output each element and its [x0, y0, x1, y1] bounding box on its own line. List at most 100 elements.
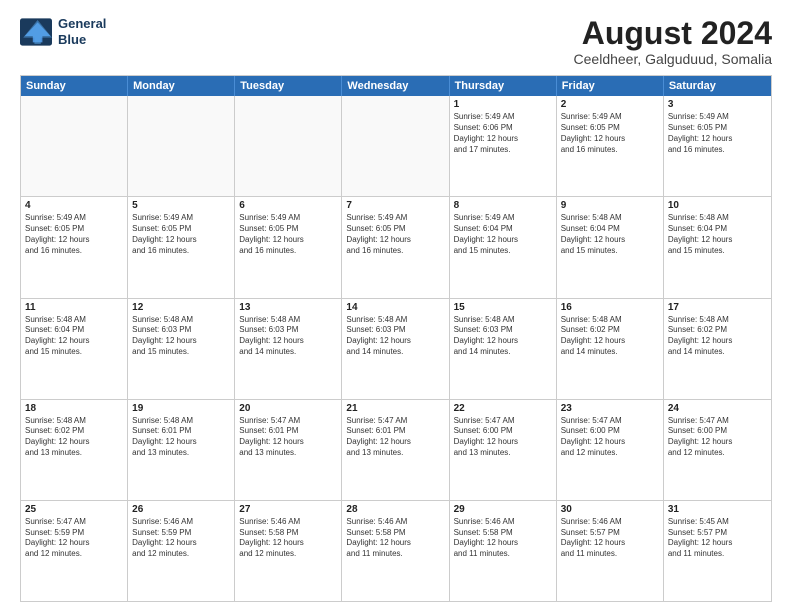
calendar-cell-27: 27 Sunrise: 5:46 AM Sunset: 5:58 PM Dayli… [235, 501, 342, 601]
calendar-cell-8: 8 Sunrise: 5:49 AM Sunset: 6:04 PM Daylig… [450, 197, 557, 297]
calendar-cell-3: 3 Sunrise: 5:49 AM Sunset: 6:05 PM Daylig… [664, 96, 771, 196]
header-day-friday: Friday [557, 76, 664, 96]
day-info: Sunrise: 5:48 AM Sunset: 6:03 PM Dayligh… [132, 315, 230, 358]
day-number: 5 [132, 200, 230, 211]
header-day-saturday: Saturday [664, 76, 771, 96]
day-info: Sunrise: 5:48 AM Sunset: 6:02 PM Dayligh… [561, 315, 659, 358]
day-info: Sunrise: 5:48 AM Sunset: 6:02 PM Dayligh… [668, 315, 767, 358]
day-number: 29 [454, 504, 552, 515]
day-info: Sunrise: 5:49 AM Sunset: 6:04 PM Dayligh… [454, 213, 552, 256]
calendar-cell-25: 25 Sunrise: 5:47 AM Sunset: 5:59 PM Dayli… [21, 501, 128, 601]
day-info: Sunrise: 5:47 AM Sunset: 6:00 PM Dayligh… [454, 416, 552, 459]
calendar-cell-30: 30 Sunrise: 5:46 AM Sunset: 5:57 PM Dayli… [557, 501, 664, 601]
day-info: Sunrise: 5:45 AM Sunset: 5:57 PM Dayligh… [668, 517, 767, 560]
day-info: Sunrise: 5:49 AM Sunset: 6:05 PM Dayligh… [668, 112, 767, 155]
calendar-cell-12: 12 Sunrise: 5:48 AM Sunset: 6:03 PM Dayli… [128, 299, 235, 399]
header-day-thursday: Thursday [450, 76, 557, 96]
day-number: 31 [668, 504, 767, 515]
day-number: 11 [25, 302, 123, 313]
generalblue-logo-icon [20, 18, 52, 46]
day-number: 25 [25, 504, 123, 515]
day-number: 17 [668, 302, 767, 313]
day-info: Sunrise: 5:47 AM Sunset: 6:01 PM Dayligh… [239, 416, 337, 459]
calendar-body: 1 Sunrise: 5:49 AM Sunset: 6:06 PM Daylig… [21, 96, 771, 601]
day-number: 28 [346, 504, 444, 515]
calendar-cell-empty-0-1 [128, 96, 235, 196]
day-info: Sunrise: 5:48 AM Sunset: 6:04 PM Dayligh… [668, 213, 767, 256]
calendar-row-5: 25 Sunrise: 5:47 AM Sunset: 5:59 PM Dayli… [21, 500, 771, 601]
day-info: Sunrise: 5:48 AM Sunset: 6:04 PM Dayligh… [25, 315, 123, 358]
day-number: 15 [454, 302, 552, 313]
header: General Blue August 2024 Ceeldheer, Galg… [20, 16, 772, 67]
calendar-cell-2: 2 Sunrise: 5:49 AM Sunset: 6:05 PM Daylig… [557, 96, 664, 196]
day-number: 18 [25, 403, 123, 414]
header-day-sunday: Sunday [21, 76, 128, 96]
calendar-row-2: 4 Sunrise: 5:49 AM Sunset: 6:05 PM Daylig… [21, 196, 771, 297]
calendar-cell-17: 17 Sunrise: 5:48 AM Sunset: 6:02 PM Dayli… [664, 299, 771, 399]
calendar-cell-22: 22 Sunrise: 5:47 AM Sunset: 6:00 PM Dayli… [450, 400, 557, 500]
day-info: Sunrise: 5:49 AM Sunset: 6:05 PM Dayligh… [346, 213, 444, 256]
day-number: 26 [132, 504, 230, 515]
calendar: SundayMondayTuesdayWednesdayThursdayFrid… [20, 75, 772, 602]
day-info: Sunrise: 5:46 AM Sunset: 5:58 PM Dayligh… [346, 517, 444, 560]
calendar-cell-18: 18Sunrise: 5:48 AM Sunset: 6:02 PM Dayli… [21, 400, 128, 500]
calendar-cell-29: 29 Sunrise: 5:46 AM Sunset: 5:58 PM Dayli… [450, 501, 557, 601]
calendar-cell-empty-0-2 [235, 96, 342, 196]
logo-text: General Blue [58, 16, 106, 47]
day-number: 4 [25, 200, 123, 211]
day-number: 19 [132, 403, 230, 414]
day-info: Sunrise: 5:48 AM Sunset: 6:04 PM Dayligh… [561, 213, 659, 256]
day-number: 9 [561, 200, 659, 211]
calendar-cell-14: 14 Sunrise: 5:48 AM Sunset: 6:03 PM Dayli… [342, 299, 449, 399]
day-number: 6 [239, 200, 337, 211]
calendar-header: SundayMondayTuesdayWednesdayThursdayFrid… [21, 76, 771, 96]
day-info: Sunrise: 5:48 AM Sunset: 6:03 PM Dayligh… [454, 315, 552, 358]
day-number: 2 [561, 99, 659, 110]
calendar-cell-16: 16 Sunrise: 5:48 AM Sunset: 6:02 PM Dayli… [557, 299, 664, 399]
day-number: 12 [132, 302, 230, 313]
day-info: Sunrise: 5:46 AM Sunset: 5:58 PM Dayligh… [239, 517, 337, 560]
day-number: 22 [454, 403, 552, 414]
calendar-cell-10: 10 Sunrise: 5:48 AM Sunset: 6:04 PM Dayli… [664, 197, 771, 297]
day-number: 3 [668, 99, 767, 110]
subtitle: Ceeldheer, Galguduud, Somalia [574, 51, 772, 67]
calendar-cell-20: 20Sunrise: 5:47 AM Sunset: 6:01 PM Dayli… [235, 400, 342, 500]
calendar-cell-15: 15 Sunrise: 5:48 AM Sunset: 6:03 PM Dayli… [450, 299, 557, 399]
day-info: Sunrise: 5:49 AM Sunset: 6:05 PM Dayligh… [25, 213, 123, 256]
calendar-cell-13: 13Sunrise: 5:48 AM Sunset: 6:03 PM Dayli… [235, 299, 342, 399]
calendar-cell-empty-0-0 [21, 96, 128, 196]
calendar-cell-19: 19 Sunrise: 5:48 AM Sunset: 6:01 PM Dayli… [128, 400, 235, 500]
day-number: 8 [454, 200, 552, 211]
calendar-cell-1: 1 Sunrise: 5:49 AM Sunset: 6:06 PM Daylig… [450, 96, 557, 196]
day-number: 16 [561, 302, 659, 313]
day-info: Sunrise: 5:49 AM Sunset: 6:05 PM Dayligh… [239, 213, 337, 256]
header-day-monday: Monday [128, 76, 235, 96]
day-number: 30 [561, 504, 659, 515]
day-info: Sunrise: 5:49 AM Sunset: 6:05 PM Dayligh… [561, 112, 659, 155]
day-info: Sunrise: 5:46 AM Sunset: 5:58 PM Dayligh… [454, 517, 552, 560]
calendar-cell-24: 24Sunrise: 5:47 AM Sunset: 6:00 PM Dayli… [664, 400, 771, 500]
day-number: 10 [668, 200, 767, 211]
day-number: 7 [346, 200, 444, 211]
day-info: Sunrise: 5:47 AM Sunset: 6:01 PM Dayligh… [346, 416, 444, 459]
main-title: August 2024 [574, 16, 772, 51]
calendar-cell-4: 4 Sunrise: 5:49 AM Sunset: 6:05 PM Daylig… [21, 197, 128, 297]
day-info: Sunrise: 5:48 AM Sunset: 6:03 PM Dayligh… [346, 315, 444, 358]
header-day-tuesday: Tuesday [235, 76, 342, 96]
page: General Blue August 2024 Ceeldheer, Galg… [0, 0, 792, 612]
title-block: August 2024 Ceeldheer, Galguduud, Somali… [574, 16, 772, 67]
day-number: 14 [346, 302, 444, 313]
day-number: 23 [561, 403, 659, 414]
day-info: Sunrise: 5:47 AM Sunset: 5:59 PM Dayligh… [25, 517, 123, 560]
calendar-cell-26: 26Sunrise: 5:46 AM Sunset: 5:59 PM Dayli… [128, 501, 235, 601]
calendar-cell-empty-0-3 [342, 96, 449, 196]
day-number: 21 [346, 403, 444, 414]
day-number: 1 [454, 99, 552, 110]
day-info: Sunrise: 5:46 AM Sunset: 5:57 PM Dayligh… [561, 517, 659, 560]
day-info: Sunrise: 5:48 AM Sunset: 6:01 PM Dayligh… [132, 416, 230, 459]
calendar-cell-6: 6 Sunrise: 5:49 AM Sunset: 6:05 PM Daylig… [235, 197, 342, 297]
day-number: 27 [239, 504, 337, 515]
calendar-cell-31: 31 Sunrise: 5:45 AM Sunset: 5:57 PM Dayli… [664, 501, 771, 601]
calendar-row-3: 11 Sunrise: 5:48 AM Sunset: 6:04 PM Dayli… [21, 298, 771, 399]
day-info: Sunrise: 5:49 AM Sunset: 6:06 PM Dayligh… [454, 112, 552, 155]
